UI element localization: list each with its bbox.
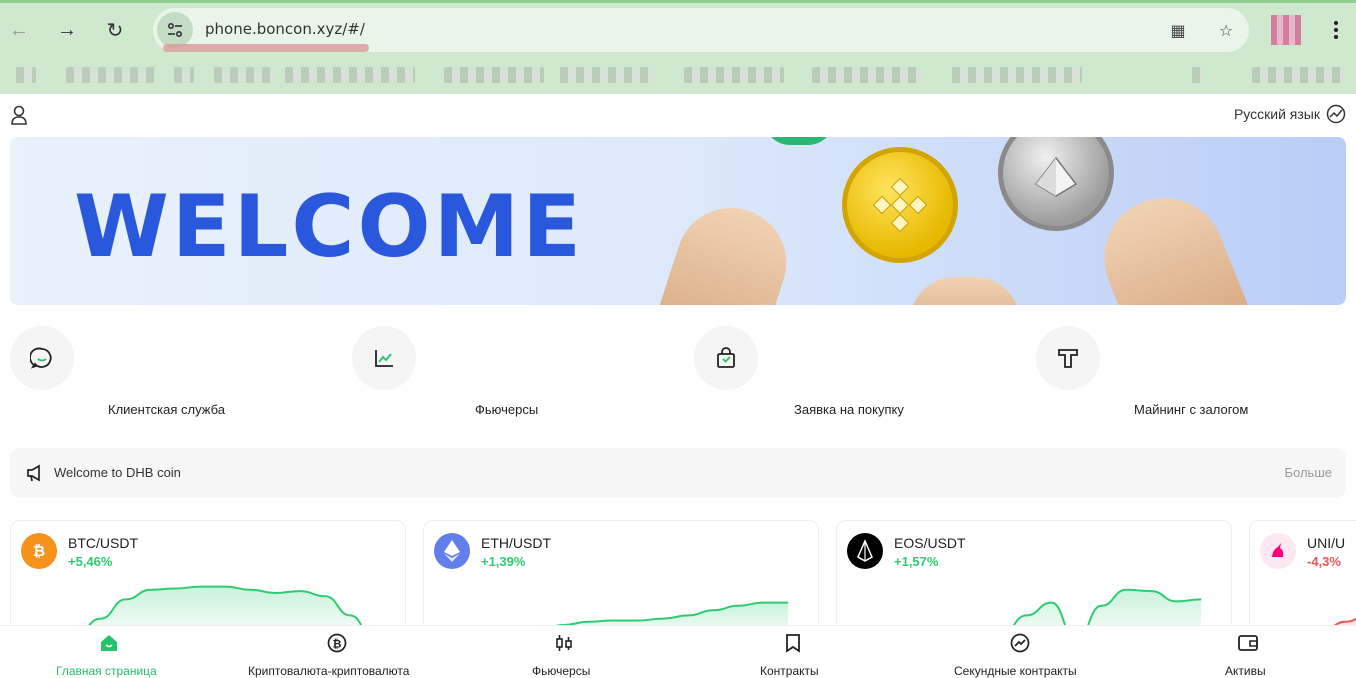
address-bar[interactable]: phone.boncon.xyz/#/ ▦ ☆ (153, 8, 1249, 52)
globe-icon (1326, 104, 1346, 124)
bookmark-item[interactable] (560, 67, 655, 83)
svg-text:₿: ₿ (33, 542, 45, 560)
bookmark-item[interactable] (1252, 67, 1344, 83)
change-value: +5,46% (68, 554, 113, 569)
eth-coin-graphic (998, 137, 1114, 231)
avatar[interactable] (1271, 15, 1301, 45)
bookmark-item[interactable] (285, 67, 415, 83)
megaphone-icon (25, 463, 45, 483)
hand-graphic (910, 277, 1020, 305)
welcome-banner[interactable]: WELCOME (10, 137, 1346, 305)
app-page: Русский язык WELCOME Клиентская служба Ф… (0, 94, 1356, 678)
tab-futures[interactable]: Фьючерсы (520, 626, 610, 678)
bookmark-item[interactable] (444, 67, 544, 83)
tab-label: Контракты (760, 664, 819, 678)
bottom-tab-bar: Главная страница ₿ Криптовалюта-криптова… (0, 625, 1356, 678)
quick-action-futures[interactable]: Фьючерсы (352, 326, 692, 417)
browser-toolbar: ← → ↻ phone.boncon.xyz/#/ ▦ ☆ (0, 0, 1356, 94)
market-card-eth[interactable]: ETH/USDT +1,39% (423, 520, 819, 640)
bookmark-icon (782, 632, 804, 654)
more-link[interactable]: Больше (1285, 465, 1333, 480)
star-icon[interactable]: ☆ (1215, 20, 1237, 42)
language-selector[interactable]: Русский язык (1234, 104, 1346, 124)
market-card-eos[interactable]: EOS/USDT +1,57% (836, 520, 1232, 640)
tab-assets[interactable]: Активы (1210, 626, 1290, 678)
tab-second-contracts[interactable]: Секундные контракты (950, 626, 1100, 678)
back-icon[interactable]: ← (4, 15, 34, 45)
wallet-icon (1237, 632, 1259, 654)
bookmark-item[interactable] (16, 67, 36, 83)
coin-graphic (764, 137, 834, 145)
bookmark-item[interactable] (812, 67, 922, 83)
eos-icon (847, 533, 883, 569)
bookmark-item[interactable] (684, 67, 784, 83)
bookmark-item[interactable] (174, 67, 194, 83)
quick-action-customer-service[interactable]: Клиентская служба (10, 326, 350, 417)
shopping-bag-icon (694, 326, 758, 390)
chart-icon (352, 326, 416, 390)
hand-graphic (649, 193, 801, 305)
ethereum-icon (434, 533, 470, 569)
tab-crypto[interactable]: ₿ Криптовалюта-криптовалюта (245, 626, 435, 678)
pair-label: ETH/USDT (481, 535, 551, 551)
tab-contracts[interactable]: Контракты (750, 626, 840, 678)
change-value: +1,39% (481, 554, 526, 569)
bookmark-item[interactable] (1192, 67, 1204, 83)
market-card-btc[interactable]: ₿ BTC/USDT +5,46% (10, 520, 406, 640)
trend-circle-icon (1009, 632, 1031, 654)
translate-icon[interactable]: ▦ (1167, 20, 1189, 42)
bitcoin-icon: ₿ (21, 533, 57, 569)
tab-home[interactable]: Главная страница (40, 626, 180, 678)
bookmark-item[interactable] (214, 67, 274, 83)
quick-action-staking[interactable]: Майнинг с залогом (1036, 326, 1356, 417)
bitcoin-icon: ₿ (326, 632, 348, 654)
announcement-text: Welcome to DHB coin (54, 465, 181, 480)
quick-action-label: Фьючерсы (475, 402, 539, 417)
chat-icon (10, 326, 74, 390)
pair-label: BTC/USDT (68, 535, 138, 551)
quick-action-label: Клиентская служба (108, 402, 225, 417)
language-label: Русский язык (1233, 106, 1320, 122)
quick-action-label: Майнинг с залогом (1134, 402, 1249, 417)
bnb-coin-graphic (842, 147, 958, 263)
tab-label: Фьючерсы (532, 664, 591, 678)
tab-label: Главная страница (56, 664, 157, 678)
pair-label: UNI/U (1307, 535, 1346, 551)
bookmark-item[interactable] (66, 67, 156, 83)
quick-action-purchase-request[interactable]: Заявка на покупку (694, 326, 1034, 417)
url-underline-mark (163, 44, 369, 52)
bookmarks-bar (0, 61, 1356, 91)
site-info-icon[interactable] (157, 12, 193, 48)
bookmark-item[interactable] (952, 67, 1082, 83)
candles-icon (553, 632, 575, 654)
tab-label: Активы (1225, 664, 1266, 678)
unicorn-icon (1260, 533, 1296, 569)
reload-icon[interactable]: ↻ (100, 15, 130, 45)
home-icon (98, 632, 120, 654)
tab-label: Секундные контракты (954, 664, 1077, 678)
announcement-bar[interactable]: Welcome to DHB coin Больше (10, 448, 1346, 498)
more-menu-icon[interactable] (1326, 15, 1346, 45)
quick-action-label: Заявка на покупку (794, 402, 904, 417)
t-icon (1036, 326, 1100, 390)
pair-label: EOS/USDT (894, 535, 966, 551)
change-value: +1,57% (894, 554, 939, 569)
market-card-uni[interactable]: UNI/U -4,3% (1249, 520, 1356, 640)
svg-text:₿: ₿ (333, 638, 342, 651)
forward-icon[interactable]: → (52, 15, 82, 45)
url-text[interactable]: phone.boncon.xyz/#/ (205, 20, 365, 38)
change-value: -4,3% (1307, 554, 1341, 569)
tab-label: Криптовалюта-криптовалюта (248, 664, 410, 678)
user-icon[interactable] (9, 104, 29, 126)
banner-title: WELCOME (74, 177, 584, 277)
hand-graphic (1086, 179, 1254, 305)
